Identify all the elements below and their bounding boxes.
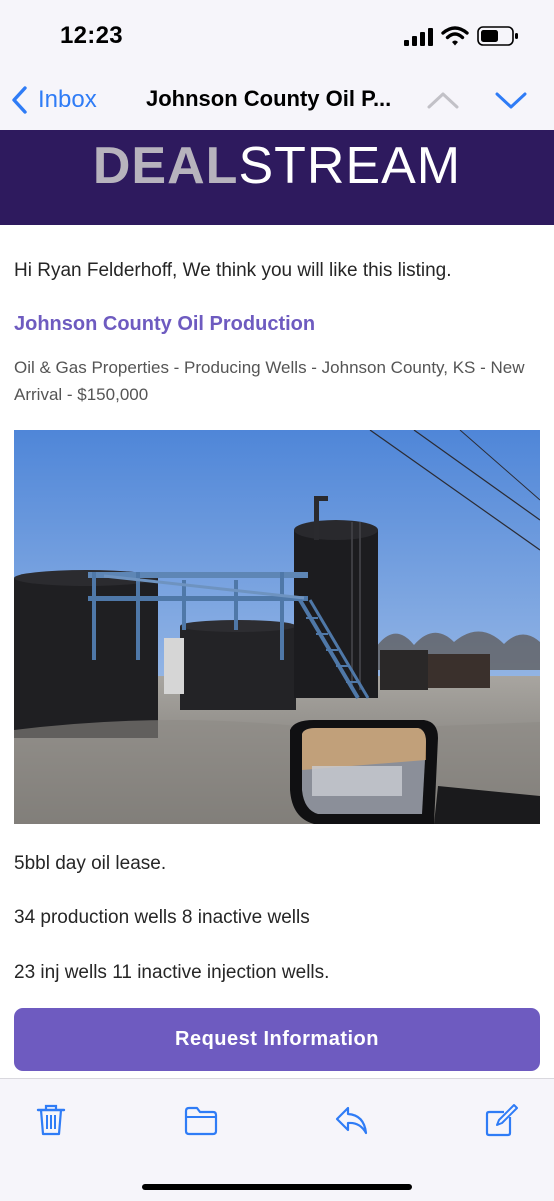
listing-detail-line: 23 inj wells 11 inactive injection wells… (14, 962, 330, 983)
wifi-icon (441, 26, 469, 46)
listing-title-link[interactable]: Johnson County Oil Production (14, 313, 315, 336)
logo-word-stream: STREAM (238, 137, 462, 195)
signal-icon (404, 28, 433, 46)
trash-icon[interactable] (34, 1103, 68, 1137)
battery-icon (477, 26, 518, 46)
dealstream-logo: DEALSTREAM (0, 136, 554, 196)
home-indicator[interactable] (142, 1184, 412, 1190)
listing-detail-line: 5bbl day oil lease. (14, 853, 167, 874)
request-information-button[interactable]: Request Information (14, 1008, 540, 1071)
greeting-text: Hi Ryan Felderhoff, We think you will li… (14, 260, 452, 281)
logo-word-deal: DEAL (92, 137, 239, 195)
email-subject-title: Johnson County Oil P... (146, 86, 392, 111)
back-to-inbox-button[interactable]: Inbox (10, 82, 97, 118)
dealstream-banner: DEALSTREAM (0, 130, 554, 225)
listing-detail-line: 34 production wells 8 inactive wells (14, 907, 310, 928)
status-bar: 12:23 (0, 0, 554, 72)
reply-icon[interactable] (334, 1103, 368, 1137)
chevron-up-icon[interactable] (426, 88, 460, 112)
back-chevron-icon (12, 86, 27, 114)
status-time: 12:23 (60, 22, 123, 49)
listing-meta: Oil & Gas Properties - Producing Wells -… (14, 358, 525, 404)
folder-icon[interactable] (184, 1103, 218, 1137)
back-label: Inbox (38, 86, 97, 113)
chevron-down-icon[interactable] (494, 88, 528, 112)
mail-toolbar (0, 1078, 554, 1201)
listing-photo[interactable] (14, 430, 540, 824)
mail-nav-bar: Inbox Johnson County Oil P... (0, 72, 554, 130)
compose-icon[interactable] (484, 1103, 518, 1137)
